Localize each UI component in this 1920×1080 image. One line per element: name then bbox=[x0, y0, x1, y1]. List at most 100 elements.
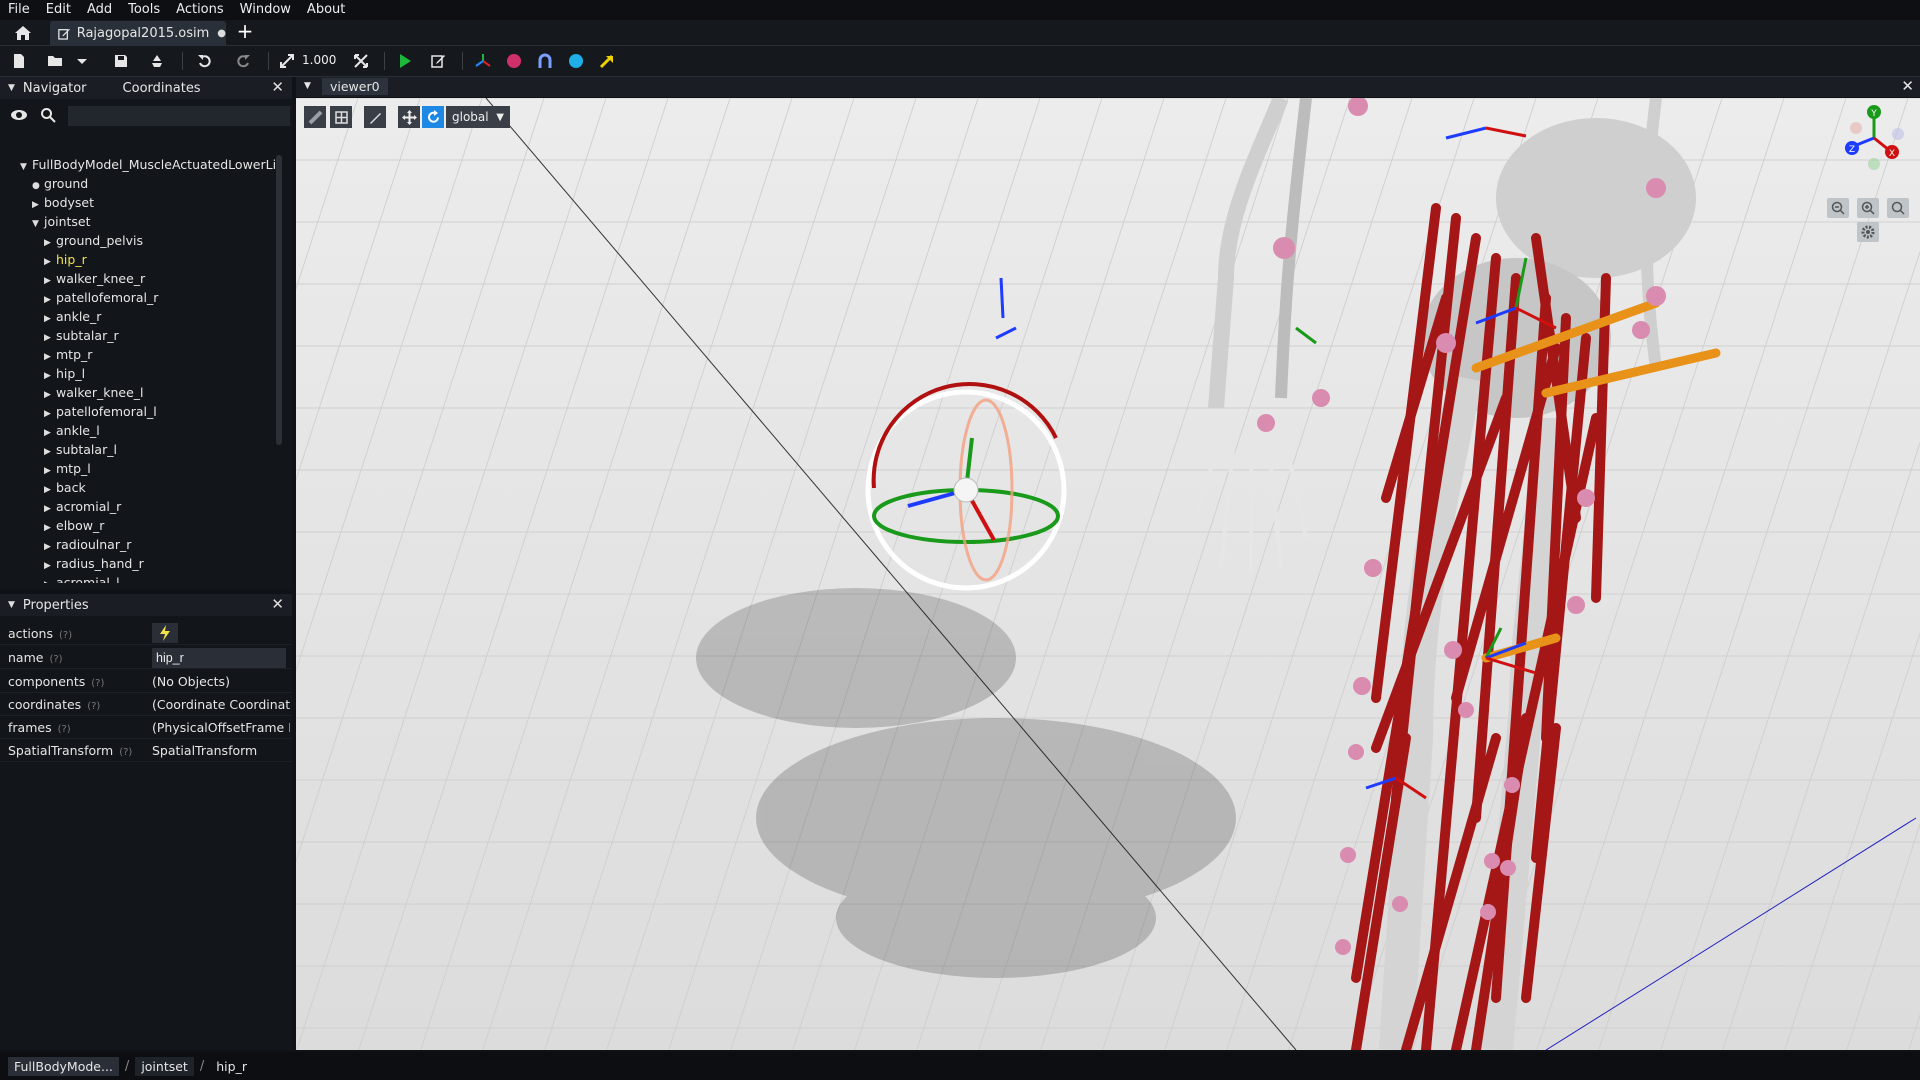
eye-icon[interactable] bbox=[10, 108, 28, 122]
autoscale-button[interactable] bbox=[350, 50, 372, 72]
zoom-in-button[interactable] bbox=[1857, 198, 1879, 218]
expand-icon bbox=[354, 54, 368, 68]
tree-item[interactable]: ▶ ankle_r bbox=[44, 307, 101, 326]
prop-key: coordinates bbox=[8, 696, 82, 712]
breadcrumb-model[interactable]: FullBodyMode... bbox=[8, 1056, 119, 1076]
tree-item[interactable]: ▶ walker_knee_l bbox=[44, 383, 144, 402]
help-marker[interactable]: (?) bbox=[119, 747, 132, 758]
new-file-button[interactable] bbox=[8, 50, 30, 72]
reload-button[interactable] bbox=[146, 50, 168, 72]
tree-item[interactable]: ▶ bodyset bbox=[32, 193, 94, 212]
ruler-button[interactable] bbox=[304, 106, 326, 128]
collapse-triangle-icon[interactable]: ▼ bbox=[304, 81, 311, 91]
collapse-triangle-icon[interactable]: ▼ bbox=[8, 600, 15, 610]
expanded-arrow-icon[interactable]: ▼ bbox=[20, 158, 32, 177]
prop-value[interactable]: SpatialTransform bbox=[152, 743, 290, 758]
tree-scrollbar[interactable] bbox=[276, 155, 282, 445]
tree-item[interactable]: ▶ elbow_r bbox=[44, 516, 104, 535]
zoom-out-button[interactable] bbox=[1827, 198, 1849, 218]
properties-title[interactable]: Properties bbox=[23, 598, 89, 613]
tree-item[interactable]: ▶ acromial_r bbox=[44, 497, 121, 516]
play-icon bbox=[400, 54, 411, 68]
prop-row-actions: actions (?) bbox=[0, 622, 292, 645]
coordinates-tab[interactable]: Coordinates bbox=[123, 81, 201, 96]
scale-value[interactable]: 1.000 bbox=[302, 53, 336, 67]
tree-item[interactable]: ▼ FullBodyModel_MuscleActuatedLowerLim bbox=[20, 155, 278, 174]
measure-button[interactable] bbox=[364, 106, 386, 128]
tree-item[interactable]: ▶acromial_l bbox=[44, 573, 120, 583]
help-marker[interactable]: (?) bbox=[59, 630, 72, 641]
edit-model-button[interactable] bbox=[428, 50, 450, 72]
tree-item[interactable]: ▶ hip_r bbox=[44, 250, 87, 269]
menu-tools[interactable]: Tools bbox=[120, 0, 168, 20]
rotate-mode-button[interactable] bbox=[422, 106, 444, 128]
collapsed-arrow-icon[interactable]: ▶ bbox=[44, 576, 56, 583]
add-tab-button[interactable]: + bbox=[234, 21, 256, 43]
show-frames-button[interactable] bbox=[472, 50, 494, 72]
help-marker[interactable]: (?) bbox=[49, 654, 62, 665]
close-icon[interactable]: ✕ bbox=[271, 595, 284, 613]
navigator-search-input[interactable] bbox=[68, 106, 290, 126]
scale-icon-button[interactable] bbox=[276, 50, 298, 72]
undo-button[interactable] bbox=[194, 50, 216, 72]
recent-files-dropdown[interactable] bbox=[74, 50, 90, 72]
tree-item[interactable]: ▶ ankle_l bbox=[44, 421, 100, 440]
breadcrumb-hip-r[interactable]: hip_r bbox=[210, 1057, 253, 1076]
tab-rajagopal[interactable]: Rajagopal2015.osim ● bbox=[50, 21, 226, 45]
menu-actions[interactable]: Actions bbox=[168, 0, 232, 20]
translate-mode-button[interactable] bbox=[398, 106, 420, 128]
tree-item[interactable]: ▶ hip_l bbox=[44, 364, 85, 383]
tree-item[interactable]: ▶ back bbox=[44, 478, 86, 497]
help-marker[interactable]: (?) bbox=[87, 701, 100, 712]
tree-item[interactable]: ▶ patellofemoral_r bbox=[44, 288, 158, 307]
menu-about[interactable]: About bbox=[299, 0, 353, 20]
open-file-button[interactable] bbox=[44, 50, 66, 72]
tree-item[interactable]: ▶ subtalar_l bbox=[44, 440, 117, 459]
tree-item[interactable]: ▶ subtalar_r bbox=[44, 326, 119, 345]
show-forces-button[interactable] bbox=[596, 50, 618, 72]
actions-button[interactable] bbox=[152, 623, 178, 643]
help-marker[interactable]: (?) bbox=[58, 724, 71, 735]
tree-item[interactable]: ▼ jointset bbox=[32, 212, 91, 231]
viewer-header: ▼ viewer0 ✕ bbox=[296, 77, 1920, 97]
breadcrumb-jointset[interactable]: jointset bbox=[135, 1056, 194, 1076]
collapse-triangle-icon[interactable]: ▼ bbox=[8, 83, 15, 93]
3d-viewport[interactable]: global ▼ Y X Z bbox=[296, 98, 1920, 1050]
menu-edit[interactable]: Edit bbox=[38, 0, 79, 20]
scene-options-button[interactable] bbox=[330, 106, 352, 128]
expanded-arrow-icon[interactable]: ▼ bbox=[32, 215, 44, 234]
tree-item[interactable]: ▶ mtp_l bbox=[44, 459, 91, 478]
name-field[interactable] bbox=[152, 648, 286, 668]
viewer-tab[interactable]: viewer0 bbox=[322, 78, 388, 95]
menu-file[interactable]: File bbox=[0, 0, 38, 20]
save-button[interactable] bbox=[110, 50, 132, 72]
gear-icon bbox=[1861, 225, 1875, 239]
viewer-settings-button[interactable] bbox=[1857, 222, 1879, 242]
tree-item[interactable]: ▶ ground_pelvis bbox=[44, 231, 143, 250]
autofocus-button[interactable] bbox=[1887, 198, 1909, 218]
redo-button[interactable] bbox=[232, 50, 254, 72]
help-marker[interactable]: (?) bbox=[91, 678, 104, 689]
tree-item[interactable]: ▶ patellofemoral_l bbox=[44, 402, 157, 421]
simulate-button[interactable] bbox=[394, 50, 416, 72]
home-button[interactable] bbox=[8, 22, 38, 43]
menu-add[interactable]: Add bbox=[79, 0, 120, 20]
prop-value[interactable]: (No Objects) bbox=[152, 674, 290, 689]
tree-item[interactable]: ▶ radius_hand_r bbox=[44, 554, 144, 573]
menu-window[interactable]: Window bbox=[232, 0, 299, 20]
tree-item[interactable]: ● ground bbox=[32, 174, 88, 193]
show-contacts-button[interactable] bbox=[565, 50, 587, 72]
show-markers-button[interactable] bbox=[503, 50, 525, 72]
tree-item[interactable]: ▶ walker_knee_r bbox=[44, 269, 145, 288]
show-wraps-button[interactable] bbox=[534, 50, 556, 72]
close-icon[interactable]: ✕ bbox=[1901, 77, 1914, 95]
new-file-icon bbox=[14, 54, 24, 68]
orientation-axes[interactable]: Y X Z bbox=[1832, 98, 1916, 178]
prop-value[interactable]: (Coordinate Coordinate bbox=[152, 697, 290, 712]
frame-mode-select[interactable]: global ▼ bbox=[446, 106, 510, 128]
navigator-title[interactable]: Navigator bbox=[23, 81, 87, 96]
prop-value[interactable]: (PhysicalOffsetFrame Pl bbox=[152, 720, 290, 735]
tree-item[interactable]: ▶ radioulnar_r bbox=[44, 535, 131, 554]
tree-item[interactable]: ▶ mtp_r bbox=[44, 345, 92, 364]
close-icon[interactable]: ✕ bbox=[271, 78, 284, 96]
